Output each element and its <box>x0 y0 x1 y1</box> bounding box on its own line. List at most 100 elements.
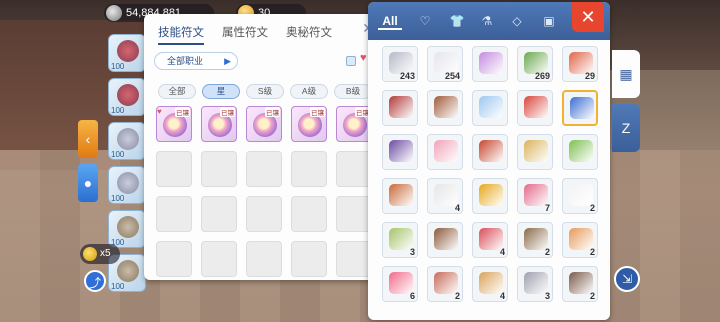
inventory-slot[interactable] <box>562 134 598 170</box>
card-art <box>117 216 139 238</box>
equipped-tag: 已镶 <box>175 107 190 117</box>
inventory-slot[interactable]: 7 <box>517 178 553 214</box>
pink-box-icon <box>434 140 458 162</box>
inventory-slot[interactable]: 2 <box>562 266 598 302</box>
rune-slot[interactable] <box>246 196 282 232</box>
rune-slot[interactable]: 已镶 <box>201 106 237 142</box>
green-box-icon <box>569 140 593 162</box>
rune-slot[interactable]: 已镶 <box>291 106 327 142</box>
inventory-slot[interactable]: 4 <box>472 266 508 302</box>
inventory-slot[interactable] <box>517 134 553 170</box>
item-quantity: 2 <box>589 247 595 257</box>
card-art <box>117 40 139 62</box>
inventory-slot[interactable]: 4 <box>472 222 508 258</box>
inventory-grid: 243 254 269 29 4 7 2 3 4 2 2 6 2 4 3 2 <box>382 46 598 302</box>
inventory-slot[interactable] <box>382 178 418 214</box>
rune-slot[interactable] <box>336 151 372 187</box>
inventory-slot[interactable] <box>472 46 508 82</box>
inventory-slot[interactable]: 3 <box>517 266 553 302</box>
potion-icon[interactable]: ⚗ <box>478 12 496 30</box>
heart-icon[interactable]: ♡ <box>416 12 434 30</box>
card-count: 100 <box>111 282 125 291</box>
inventory-slot[interactable]: 2 <box>562 178 598 214</box>
tab-skill-rune[interactable]: 技能符文 <box>158 24 204 45</box>
rune-slot[interactable] <box>156 151 192 187</box>
card-icon[interactable]: ▣ <box>540 12 558 30</box>
rune-grid: 已镶 ♥ 已镶 已镶 已镶 已镶 <box>156 106 372 280</box>
card-count: 100 <box>111 194 125 203</box>
item-quantity: 4 <box>454 203 460 213</box>
grade-chip-b[interactable]: B级 <box>334 84 372 99</box>
grade-chip-a[interactable]: A级 <box>290 84 328 99</box>
item-quantity: 2 <box>544 247 550 257</box>
inventory-slot[interactable] <box>472 134 508 170</box>
rune-tab-bar: 技能符文 属性符文 奥秘符文 <box>158 24 332 45</box>
rune-slot[interactable] <box>201 196 237 232</box>
job-filter-select[interactable]: 全部职业 ▶ <box>154 52 238 70</box>
filter-checkbox[interactable] <box>346 56 356 66</box>
card-count: 100 <box>111 150 125 159</box>
inventory-slot[interactable]: 4 <box>427 178 463 214</box>
inventory-slot[interactable]: 2 <box>517 222 553 258</box>
rune-slot[interactable] <box>246 151 282 187</box>
rune-slot[interactable] <box>291 241 327 277</box>
inventory-slot[interactable]: 2 <box>562 222 598 258</box>
shirt-icon[interactable]: 👕 <box>448 12 466 30</box>
inventory-slot[interactable] <box>382 134 418 170</box>
inventory-slot[interactable]: 243 <box>382 46 418 82</box>
inventory-slot[interactable] <box>472 90 508 126</box>
grade-chip-s[interactable]: S级 <box>246 84 284 99</box>
rune-slot[interactable]: 已镶 <box>246 106 282 142</box>
coin-counter: x5 <box>80 244 120 264</box>
card-slot[interactable]: 100 <box>108 78 146 116</box>
card-slot[interactable]: 100 <box>108 34 146 72</box>
sort-icon: ⇲ <box>621 272 633 286</box>
side-tab-bag[interactable]: ▦ <box>612 50 640 98</box>
rune-slot[interactable] <box>201 241 237 277</box>
grade-chip-all[interactable]: 全部 <box>158 84 196 99</box>
inventory-slot[interactable] <box>472 178 508 214</box>
rune-slot[interactable]: 已镶 ♥ <box>156 106 192 142</box>
character-button[interactable]: ● <box>78 164 98 202</box>
inventory-slot[interactable] <box>427 134 463 170</box>
inventory-slot[interactable] <box>517 90 553 126</box>
card-slot[interactable]: 100 <box>108 122 146 160</box>
rune-slot[interactable] <box>336 196 372 232</box>
inventory-slot[interactable]: 3 <box>382 222 418 258</box>
rune-slot[interactable] <box>246 241 282 277</box>
tab-attribute-rune[interactable]: 属性符文 <box>222 24 268 45</box>
heart-icon[interactable]: ♥ <box>360 52 367 64</box>
tab-mystic-rune[interactable]: 奥秘符文 <box>286 24 332 45</box>
rune-slot[interactable] <box>291 151 327 187</box>
inventory-slot[interactable] <box>382 90 418 126</box>
inventory-slot[interactable] <box>427 90 463 126</box>
butterfly-wings-icon <box>479 52 503 74</box>
share-button[interactable]: ⤴ <box>84 270 106 292</box>
inventory-slot[interactable]: 2 <box>427 266 463 302</box>
close-button[interactable]: ✕ <box>572 2 604 32</box>
diamond-icon[interactable]: ◇ <box>508 12 526 30</box>
rune-slot[interactable] <box>156 241 192 277</box>
inventory-slot[interactable]: 29 <box>562 46 598 82</box>
grade-chip-star[interactable]: 星 <box>202 84 240 99</box>
inventory-slot[interactable] <box>427 222 463 258</box>
rune-slot[interactable] <box>336 241 372 277</box>
rune-slot[interactable] <box>156 196 192 232</box>
tab-all[interactable]: All <box>378 12 402 30</box>
inventory-slot[interactable]: 254 <box>427 46 463 82</box>
rune-slot[interactable]: 已镶 <box>336 106 372 142</box>
card-slot[interactable]: 100 <box>108 210 146 248</box>
item-quantity: 3 <box>409 247 415 257</box>
item-quantity: 243 <box>399 71 415 81</box>
inventory-slot[interactable]: 6 <box>382 266 418 302</box>
collapse-arrow-button[interactable]: ‹ <box>78 120 98 158</box>
rune-slot[interactable] <box>291 196 327 232</box>
sort-button[interactable]: ⇲ <box>614 266 640 292</box>
rune-slot[interactable] <box>201 151 237 187</box>
inventory-slot[interactable]: 269 <box>517 46 553 82</box>
card-slot[interactable]: 100 <box>108 166 146 204</box>
side-tab-storage[interactable]: Z <box>612 104 640 152</box>
inventory-slot[interactable] <box>562 90 598 126</box>
equipped-tag: 已镶 <box>310 107 325 117</box>
blue-scroll-icon <box>570 97 594 119</box>
